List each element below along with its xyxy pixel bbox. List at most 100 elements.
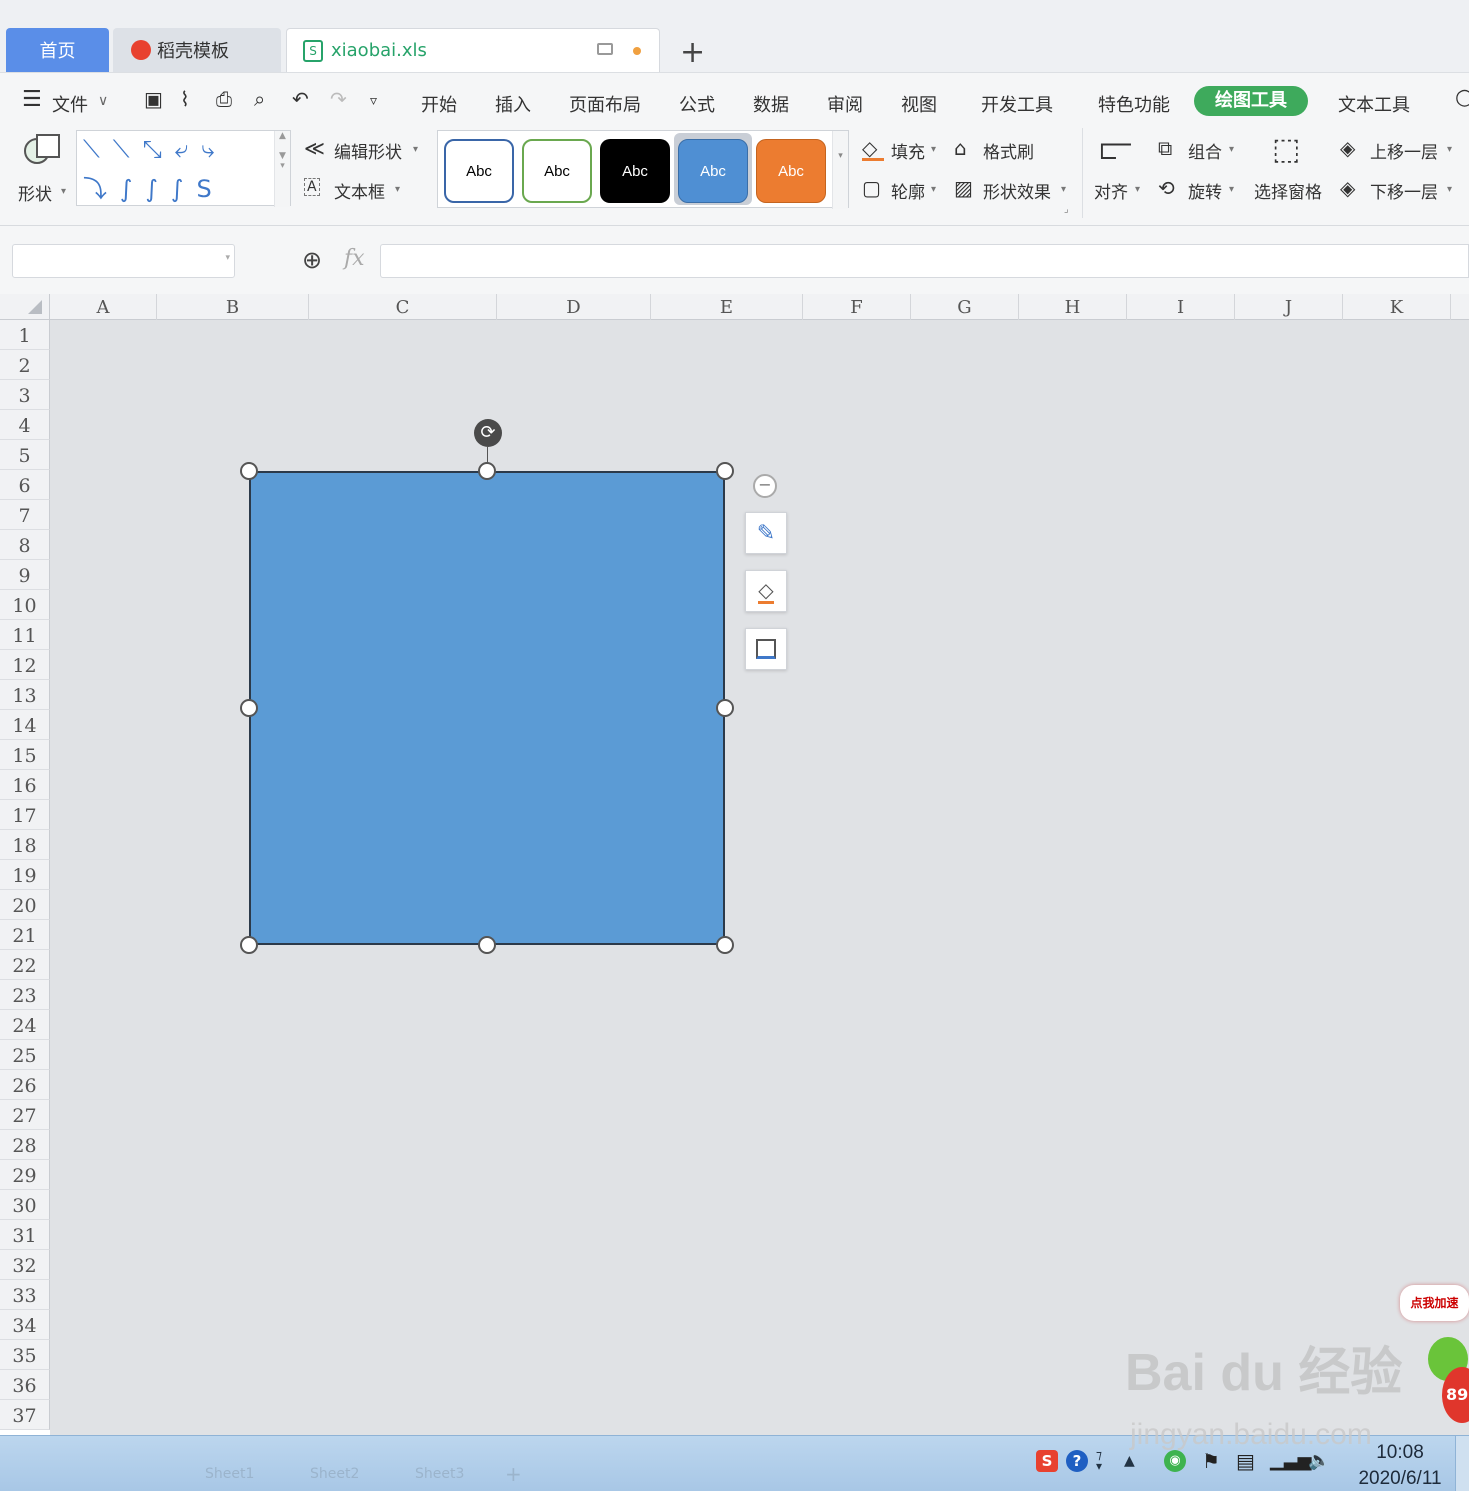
system-clock[interactable]: 10:08 2020/6/11 bbox=[1350, 1440, 1450, 1491]
tab-daoke-templates[interactable]: 稻壳模板 bbox=[113, 28, 281, 72]
row-header[interactable]: 32 bbox=[0, 1250, 50, 1280]
shape-button[interactable]: 形状 ▾ bbox=[14, 132, 70, 206]
ime-options-icon[interactable]: ⁊ ▾ bbox=[1096, 1449, 1118, 1472]
format-painter-icon[interactable]: ⌇ bbox=[180, 87, 190, 111]
menu-formula[interactable]: 公式 bbox=[679, 91, 715, 117]
resize-handle-bottom-right[interactable] bbox=[716, 936, 734, 954]
column-header[interactable]: E bbox=[651, 294, 803, 320]
format-painter-button[interactable]: 格式刷 bbox=[983, 138, 1034, 163]
column-header[interactable]: H bbox=[1019, 294, 1127, 320]
selection-pane-button[interactable]: 选择窗格 bbox=[1254, 178, 1322, 203]
tab-home[interactable]: 首页 bbox=[6, 28, 109, 72]
menu-start[interactable]: 开始 bbox=[421, 91, 457, 117]
rotate-button[interactable]: 旋转 bbox=[1188, 178, 1222, 203]
device-icon[interactable]: ▤ bbox=[1236, 1450, 1258, 1472]
action-center-flag-icon[interactable]: ⚑ bbox=[1202, 1450, 1224, 1472]
style-gallery-scroll[interactable]: ▾ bbox=[832, 131, 848, 209]
row-header[interactable]: 6 bbox=[0, 470, 50, 500]
help-icon[interactable]: ? bbox=[1066, 1450, 1088, 1472]
row-header[interactable]: 18 bbox=[0, 830, 50, 860]
row-header[interactable]: 23 bbox=[0, 980, 50, 1010]
resize-handle-top-right[interactable] bbox=[716, 462, 734, 480]
add-sheet-icon[interactable]: + bbox=[505, 1462, 522, 1486]
column-header[interactable]: J bbox=[1235, 294, 1343, 320]
menu-insert[interactable]: 插入 bbox=[495, 91, 531, 117]
align-button[interactable]: 对齐 bbox=[1094, 178, 1128, 203]
row-header[interactable]: 34 bbox=[0, 1310, 50, 1340]
promo-widget[interactable]: 点我加速 89 bbox=[1398, 1285, 1469, 1435]
row-header[interactable]: 31 bbox=[0, 1220, 50, 1250]
send-backward-button[interactable]: 下移一层 bbox=[1370, 178, 1438, 203]
row-header[interactable]: 9 bbox=[0, 560, 50, 590]
column-header[interactable]: G bbox=[911, 294, 1019, 320]
row-header[interactable]: 35 bbox=[0, 1340, 50, 1370]
redo-icon[interactable]: ↷ bbox=[330, 87, 347, 111]
formula-input[interactable] bbox=[380, 244, 1469, 278]
row-header[interactable]: 22 bbox=[0, 950, 50, 980]
sheet-tab-3[interactable]: Sheet3 bbox=[415, 1466, 464, 1482]
search-icon[interactable]: ○ bbox=[1455, 85, 1469, 110]
column-header[interactable]: A bbox=[50, 294, 157, 320]
row-header[interactable]: 20 bbox=[0, 890, 50, 920]
menu-data[interactable]: 数据 bbox=[753, 91, 789, 117]
row-header[interactable]: 4 bbox=[0, 410, 50, 440]
text-box-button[interactable]: 文本框 bbox=[334, 178, 385, 203]
row-header[interactable]: 16 bbox=[0, 770, 50, 800]
column-header[interactable]: K bbox=[1343, 294, 1451, 320]
quick-outline-button[interactable] bbox=[745, 628, 787, 670]
menu-view[interactable]: 视图 bbox=[901, 91, 937, 117]
quick-style-button[interactable]: ✎ bbox=[745, 512, 787, 554]
menu-review[interactable]: 审阅 bbox=[827, 91, 863, 117]
style-orange-fill[interactable]: Abc bbox=[756, 139, 826, 203]
chevron-down-icon[interactable]: ▾ bbox=[225, 253, 230, 263]
selected-rectangle-shape[interactable] bbox=[249, 471, 725, 945]
show-desktop-button[interactable] bbox=[1455, 1436, 1469, 1491]
column-header[interactable]: I bbox=[1127, 294, 1235, 320]
resize-handle-bottom[interactable] bbox=[478, 936, 496, 954]
resize-handle-bottom-left[interactable] bbox=[240, 936, 258, 954]
line-shape-gallery[interactable]: ⟍⟍⤡⤶⤷ ⤵∫∫∫S ▲ ▼ ▾ bbox=[76, 130, 291, 207]
print-preview-icon[interactable]: ⌕ bbox=[254, 87, 265, 111]
line-shapes-row2[interactable]: ⤵∫∫∫S bbox=[83, 169, 225, 204]
network-signal-icon[interactable]: ▁▃▅ bbox=[1270, 1450, 1312, 1472]
new-tab-button[interactable]: + bbox=[680, 30, 710, 74]
print-icon[interactable]: ⎙ bbox=[216, 87, 232, 111]
wechat-icon[interactable]: ◉ bbox=[1164, 1450, 1186, 1472]
row-header[interactable]: 30 bbox=[0, 1190, 50, 1220]
row-header[interactable]: 11 bbox=[0, 620, 50, 650]
quick-access-dropdown-icon[interactable]: ▿ bbox=[370, 93, 377, 109]
style-outline-green[interactable]: Abc bbox=[522, 139, 592, 203]
menu-text-tools[interactable]: 文本工具 bbox=[1338, 91, 1410, 117]
edit-shape-button[interactable]: 编辑形状 bbox=[334, 138, 402, 163]
row-header[interactable]: 36 bbox=[0, 1370, 50, 1400]
row-header[interactable]: 13 bbox=[0, 680, 50, 710]
show-hidden-icons-icon[interactable]: ▲ bbox=[1124, 1450, 1146, 1472]
group-button[interactable]: 组合 bbox=[1188, 138, 1222, 163]
row-header[interactable]: 5 bbox=[0, 440, 50, 470]
zoom-icon[interactable]: ⊕ bbox=[302, 246, 322, 274]
sheet-tab-2[interactable]: Sheet2 bbox=[310, 1466, 359, 1482]
menu-drawing-tools[interactable]: 绘图工具 bbox=[1194, 86, 1308, 116]
resize-handle-top-left[interactable] bbox=[240, 462, 258, 480]
row-header[interactable]: 24 bbox=[0, 1010, 50, 1040]
undo-icon[interactable]: ↶ bbox=[292, 87, 309, 111]
row-header[interactable]: 37 bbox=[0, 1400, 50, 1430]
row-header[interactable]: 15 bbox=[0, 740, 50, 770]
menu-developer[interactable]: 开发工具 bbox=[981, 91, 1053, 117]
resize-handle-right[interactable] bbox=[716, 699, 734, 717]
name-box[interactable]: ▾ bbox=[12, 244, 235, 278]
row-header[interactable]: 1 bbox=[0, 320, 50, 350]
style-outline-blue[interactable]: Abc bbox=[444, 139, 514, 203]
row-header[interactable]: 33 bbox=[0, 1280, 50, 1310]
fx-icon[interactable]: fx bbox=[344, 246, 365, 271]
column-header[interactable]: D bbox=[497, 294, 651, 320]
dialog-launcher-icon[interactable]: ⌟ bbox=[1064, 204, 1069, 215]
resize-handle-top[interactable] bbox=[478, 462, 496, 480]
save-icon[interactable]: ▣ bbox=[144, 87, 163, 111]
row-header[interactable]: 2 bbox=[0, 350, 50, 380]
row-header[interactable]: 12 bbox=[0, 650, 50, 680]
bring-forward-button[interactable]: 上移一层 bbox=[1370, 138, 1438, 163]
column-header[interactable]: F bbox=[803, 294, 911, 320]
fill-button[interactable]: 填充 bbox=[891, 138, 925, 163]
column-header[interactable]: C bbox=[309, 294, 497, 320]
